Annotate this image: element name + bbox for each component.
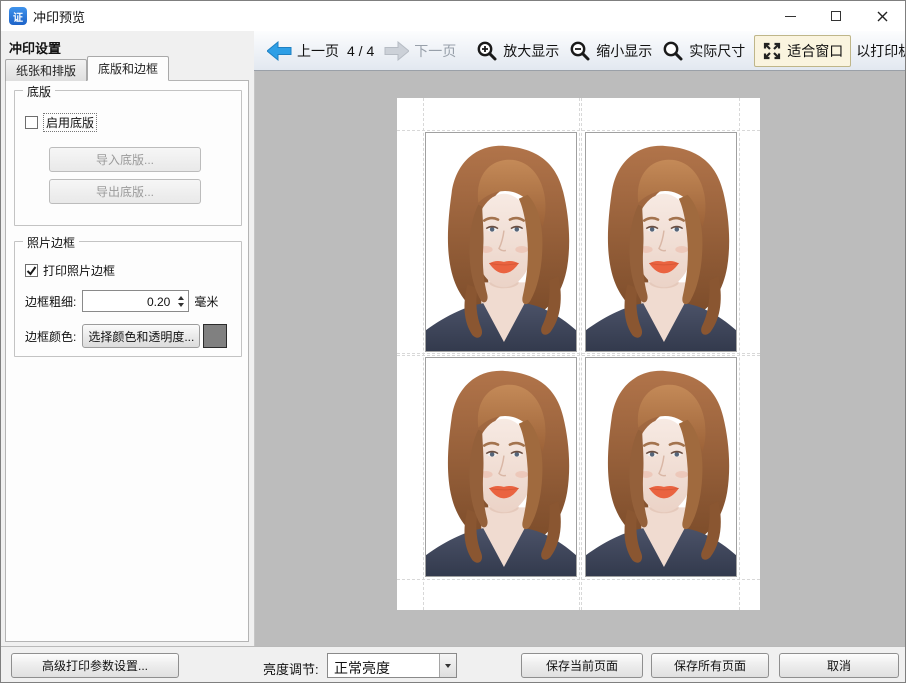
spin-up-icon[interactable] bbox=[178, 296, 184, 300]
choose-color-button[interactable]: 选择颜色和透明度... bbox=[82, 324, 200, 348]
zoom-in-button[interactable]: 放大显示 bbox=[471, 37, 564, 65]
zoom-out-icon bbox=[569, 40, 591, 62]
check-icon bbox=[26, 265, 37, 276]
print-border-checkbox-row[interactable]: 打印照片边框 bbox=[25, 262, 115, 279]
next-page-button[interactable]: 下一页 bbox=[379, 38, 461, 64]
minimize-button[interactable] bbox=[767, 1, 813, 31]
actual-size-icon bbox=[662, 40, 684, 62]
spin-buttons[interactable] bbox=[173, 291, 188, 311]
next-arrow-icon bbox=[384, 41, 409, 61]
cut-line bbox=[397, 355, 760, 356]
brightness-combobox[interactable]: 正常亮度 bbox=[327, 653, 457, 678]
border-color-label: 边框颜色: bbox=[25, 328, 76, 345]
portrait-image bbox=[586, 358, 736, 576]
border-thickness-row: 边框粗细: 0.20 毫米 bbox=[25, 290, 218, 312]
zoom-out-button[interactable]: 缩小显示 bbox=[564, 37, 657, 65]
import-base-button[interactable]: 导入底版... bbox=[49, 147, 201, 172]
brightness-value: 正常亮度 bbox=[328, 654, 439, 677]
zoom-in-label: 放大显示 bbox=[503, 41, 559, 61]
window-title: 冲印预览 bbox=[33, 7, 85, 26]
cut-line bbox=[397, 353, 760, 354]
sidebar-header: 冲印设置 bbox=[9, 38, 61, 57]
spin-down-icon[interactable] bbox=[178, 303, 184, 307]
fit-window-icon bbox=[762, 41, 782, 61]
close-icon bbox=[877, 11, 888, 22]
save-current-page-button[interactable]: 保存当前页面 bbox=[521, 653, 643, 678]
app-icon: 证 bbox=[9, 7, 27, 25]
printer-resolution-preview-button[interactable]: 以打印机分辨率预览 bbox=[851, 38, 906, 64]
save-all-pages-button[interactable]: 保存所有页面 bbox=[651, 653, 769, 678]
photo-border-group-title: 照片边框 bbox=[23, 234, 79, 251]
preview-photo bbox=[585, 132, 737, 352]
settings-sidebar: 冲印设置 纸张和排版 底版和边框 底版 启用底版 导入底版... 导出底版...… bbox=[1, 31, 254, 646]
maximize-icon bbox=[831, 11, 841, 21]
portrait-image bbox=[426, 133, 576, 351]
print-preview-window: 证 冲印预览 冲印设置 纸张和排版 底版和边框 底版 启用底版 导入底版... bbox=[0, 0, 906, 683]
prev-page-label: 上一页 bbox=[297, 41, 339, 61]
cut-line bbox=[739, 98, 740, 610]
page-indicator: 4 / 4 bbox=[347, 43, 374, 59]
combobox-arrow-button[interactable] bbox=[439, 654, 456, 677]
preview-area[interactable] bbox=[254, 71, 906, 646]
border-thickness-label: 边框粗细: bbox=[25, 293, 76, 310]
photo-border-group: 照片边框 打印照片边框 边框粗细: 0.20 bbox=[14, 241, 242, 357]
border-thickness-unit: 毫米 bbox=[194, 293, 218, 310]
cut-line bbox=[581, 98, 582, 610]
prev-page-button[interactable]: 上一页 4 / 4 bbox=[262, 38, 379, 64]
brightness-label: 亮度调节: bbox=[263, 659, 319, 678]
fit-window-button[interactable]: 适合窗口 bbox=[754, 35, 851, 67]
print-border-label: 打印照片边框 bbox=[43, 262, 115, 279]
preview-photo bbox=[585, 357, 737, 577]
cut-line bbox=[397, 579, 760, 580]
zoom-in-icon bbox=[476, 40, 498, 62]
zoom-out-label: 缩小显示 bbox=[596, 41, 652, 61]
tab-base-border[interactable]: 底版和边框 bbox=[87, 56, 169, 81]
cut-line bbox=[579, 98, 580, 610]
window-controls bbox=[767, 1, 905, 31]
color-swatch[interactable] bbox=[203, 324, 227, 348]
titlebar: 证 冲印预览 bbox=[1, 1, 905, 31]
cut-line bbox=[423, 98, 424, 610]
print-border-checkbox[interactable] bbox=[25, 264, 38, 277]
settings-tabbar: 纸张和排版 底版和边框 bbox=[5, 56, 169, 81]
close-button[interactable] bbox=[859, 1, 905, 31]
prev-arrow-icon bbox=[267, 41, 292, 61]
dropdown-caret-icon bbox=[445, 664, 451, 668]
minimize-icon bbox=[785, 16, 796, 17]
maximize-button[interactable] bbox=[813, 1, 859, 31]
border-thickness-value[interactable]: 0.20 bbox=[83, 291, 173, 311]
base-plate-group: 底版 启用底版 导入底版... 导出底版... bbox=[14, 90, 242, 226]
tab-page-base-border: 底版 启用底版 导入底版... 导出底版... 照片边框 打印照片边框 边框粗细 bbox=[5, 80, 249, 642]
advanced-print-settings-button[interactable]: 高级打印参数设置... bbox=[11, 653, 179, 678]
printer-resolution-preview-label: 以打印机分辨率预览 bbox=[856, 41, 906, 61]
preview-toolbar: 上一页 4 / 4 下一页 放大显示 缩小显示 bbox=[254, 31, 906, 71]
fit-window-label: 适合窗口 bbox=[787, 41, 843, 61]
portrait-image bbox=[586, 133, 736, 351]
enable-base-label: 启用底版 bbox=[43, 113, 97, 132]
cut-line bbox=[397, 130, 760, 131]
cancel-button[interactable]: 取消 bbox=[779, 653, 899, 678]
preview-photo bbox=[425, 132, 577, 352]
bottom-bar: 高级打印参数设置... 亮度调节: 正常亮度 保存当前页面 保存所有页面 取消 bbox=[1, 646, 906, 683]
preview-page bbox=[397, 98, 760, 610]
enable-base-checkbox[interactable] bbox=[25, 116, 38, 129]
border-thickness-spinbox[interactable]: 0.20 bbox=[82, 290, 189, 312]
actual-size-button[interactable]: 实际尺寸 bbox=[657, 37, 750, 65]
preview-photo bbox=[425, 357, 577, 577]
portrait-image bbox=[426, 358, 576, 576]
enable-base-checkbox-row[interactable]: 启用底版 bbox=[25, 113, 97, 132]
export-base-button[interactable]: 导出底版... bbox=[49, 179, 201, 204]
next-page-label: 下一页 bbox=[414, 41, 456, 61]
border-color-row: 边框颜色: 选择颜色和透明度... bbox=[25, 324, 227, 348]
tab-paper-layout[interactable]: 纸张和排版 bbox=[5, 59, 87, 81]
actual-size-label: 实际尺寸 bbox=[689, 41, 745, 61]
base-plate-group-title: 底版 bbox=[23, 83, 55, 100]
